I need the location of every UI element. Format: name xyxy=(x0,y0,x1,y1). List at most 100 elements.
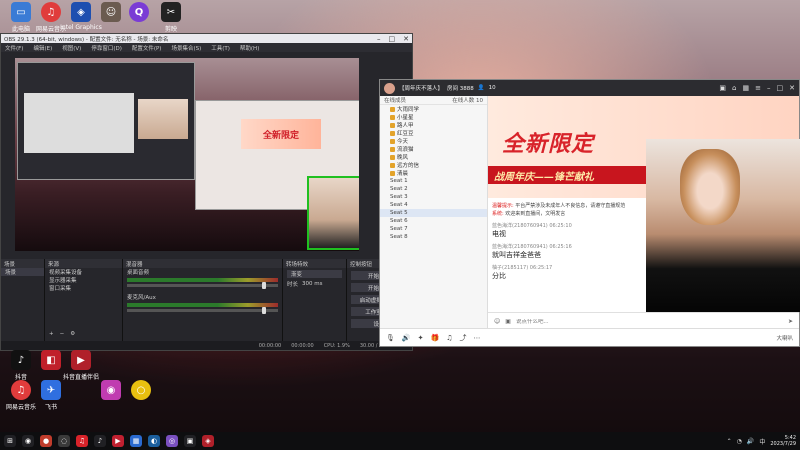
preview-nested-screen xyxy=(24,93,134,153)
member-item[interactable]: 晚风 xyxy=(380,153,487,161)
image-icon[interactable]: ▣ xyxy=(505,318,511,325)
minimize-icon[interactable]: – xyxy=(377,35,381,43)
seat-group[interactable]: Seat 2 xyxy=(380,185,487,193)
badge-icon xyxy=(390,154,395,160)
seat-group[interactable]: Seat 6 xyxy=(380,217,487,225)
seat-group[interactable]: Seat 8 xyxy=(380,233,487,241)
scene-item[interactable]: 场景 xyxy=(1,268,44,276)
menu-view[interactable]: 视图(V) xyxy=(62,44,81,52)
transition-duration[interactable]: 时长 300 ms xyxy=(283,280,346,288)
menu-scene-collection[interactable]: 场景集合(S) xyxy=(171,44,201,52)
member-item[interactable]: 今天 xyxy=(380,137,487,145)
seat-group-selected[interactable]: Seat 5 xyxy=(380,209,487,217)
effects-icon[interactable]: ✦ xyxy=(418,334,424,342)
host-avatar[interactable] xyxy=(384,82,395,94)
source-item[interactable]: 视频采集设备 xyxy=(45,268,122,276)
seat-group[interactable]: Seat 1 xyxy=(380,177,487,185)
music-icon[interactable]: ♫ xyxy=(446,334,452,342)
add-icon[interactable]: + xyxy=(49,331,54,337)
chat-message[interactable]: 蓝色海洋(2180760941) 06:25:16 就叫吉祥金爸爸 xyxy=(492,243,642,260)
volume-icon[interactable]: 🔊 xyxy=(747,438,754,445)
obs-titlebar[interactable]: OBS 29.1.3 (64-bit, windows) - 配置文件: 无名称… xyxy=(1,34,412,43)
maximize-icon[interactable]: □ xyxy=(389,35,396,43)
seat-group[interactable]: Seat 3 xyxy=(380,193,487,201)
send-icon[interactable]: ➤ xyxy=(788,318,793,325)
preview-camera-source[interactable] xyxy=(307,176,359,250)
source-item[interactable]: 窗口采集 xyxy=(45,284,122,292)
desktop-icon-live-companion[interactable]: ▶ 抖音直播伴侣 xyxy=(60,350,102,381)
obs-window[interactable]: OBS 29.1.3 (64-bit, windows) - 配置文件: 无名称… xyxy=(0,33,413,351)
menu-profile[interactable]: 配置文件(P) xyxy=(132,44,162,52)
chat-message[interactable]: 蓝色海洋(2180760941) 06:25:10 电视 xyxy=(492,222,642,239)
menu-help[interactable]: 帮助(H) xyxy=(240,44,259,52)
volume-slider[interactable] xyxy=(127,282,278,289)
gift-icon[interactable]: 🎁 xyxy=(430,334,439,342)
host-camera-feed xyxy=(646,139,800,312)
taskbar-app[interactable]: ▣ xyxy=(184,435,196,447)
broadcast-label[interactable]: 大喇叭 xyxy=(776,334,793,342)
transition-select[interactable]: 渐变 xyxy=(287,270,342,278)
taskbar-app[interactable]: ▦ xyxy=(130,435,142,447)
maximize-icon[interactable]: □ xyxy=(777,84,784,92)
seat-group[interactable]: Seat 4 xyxy=(380,201,487,209)
language-icon[interactable]: 中 xyxy=(759,437,765,446)
minimize-icon[interactable]: – xyxy=(767,84,771,92)
preview-nested-cam xyxy=(138,99,188,139)
live-icon: ▶ xyxy=(71,350,91,370)
member-item[interactable]: 远方的信 xyxy=(380,161,487,169)
badge-icon xyxy=(390,170,395,176)
badge-icon xyxy=(390,138,395,144)
clock[interactable]: 5:42 2023/7/29 xyxy=(770,435,796,448)
member-item[interactable]: 大雨同学 xyxy=(380,105,487,113)
seat-group[interactable]: Seat 7 xyxy=(380,225,487,233)
close-icon[interactable]: ✕ xyxy=(789,84,795,92)
desktop-bottom-icons: ♪ 抖音 ◧ ▶ 抖音直播伴侣 ♫ 网易云音乐 ✈ 飞书 ◉ ○ xyxy=(0,350,170,430)
menu-docks[interactable]: 停靠窗口(D) xyxy=(91,44,122,52)
steam-icon[interactable]: ◐ xyxy=(148,435,160,447)
taskbar-app[interactable]: ♪ xyxy=(94,435,106,447)
menu-file[interactable]: 文件(F) xyxy=(5,44,23,52)
taskbar-app[interactable]: ◌ xyxy=(58,435,70,447)
menu-edit[interactable]: 编辑(E) xyxy=(33,44,52,52)
gear-icon[interactable]: ⚙ xyxy=(70,331,75,337)
stage-headline: 全新限定 xyxy=(502,132,595,157)
remove-icon[interactable]: − xyxy=(60,331,65,337)
camera-icon[interactable]: ▣ xyxy=(719,84,726,92)
start-icon[interactable]: ⊞ xyxy=(4,435,16,447)
chat-message[interactable]: 柚子(2185117) 06:25:17 分比 xyxy=(492,264,642,281)
emoji-icon[interactable]: ☺ xyxy=(494,318,500,325)
live-room-window[interactable]: 【周年庆不落人】 房间 3888 👤 10 ▣ ⌂ ▦ ≡ – □ ✕ 在线成员… xyxy=(379,79,800,347)
chat-input[interactable] xyxy=(515,318,706,325)
home-icon[interactable]: ⌂ xyxy=(732,84,736,92)
member-item[interactable]: 红豆豆 xyxy=(380,129,487,137)
badge-icon xyxy=(390,106,395,112)
mic-icon[interactable]: 🎙 xyxy=(386,334,395,342)
member-item[interactable]: 路人甲 xyxy=(380,121,487,129)
menu-icon[interactable]: ≡ xyxy=(755,84,761,92)
source-item[interactable]: 显示器采集 xyxy=(45,276,122,284)
grid-icon[interactable]: ▦ xyxy=(743,84,750,92)
desktop-icon-circle[interactable]: ○ xyxy=(120,380,162,402)
tray-expand-icon[interactable]: ⌃ xyxy=(727,438,732,445)
taskbar-app[interactable]: ● xyxy=(40,435,52,447)
share-icon[interactable]: ⤴ xyxy=(459,333,466,343)
taskbar-app[interactable]: ▶ xyxy=(112,435,124,447)
obs-preview[interactable]: 全新限定 xyxy=(15,58,359,251)
taskbar-app[interactable]: ◈ xyxy=(202,435,214,447)
room-id: 房间 3888 xyxy=(447,86,474,92)
volume-slider[interactable] xyxy=(127,307,278,314)
member-item[interactable]: 流浪猫 xyxy=(380,145,487,153)
more-icon[interactable]: ⋯ xyxy=(473,334,480,342)
speaker-icon[interactable]: 🔊 xyxy=(402,334,411,342)
menu-tools[interactable]: 工具(T) xyxy=(211,44,230,52)
taskbar-app[interactable]: ◎ xyxy=(166,435,178,447)
desktop-icon-feishu[interactable]: ✈ 飞书 xyxy=(30,380,72,411)
taskbar-app[interactable]: ◉ xyxy=(22,435,34,447)
taskbar-app[interactable]: ♫ xyxy=(76,435,88,447)
taskbar: ⊞ ◉ ● ◌ ♫ ♪ ▶ ▦ ◐ ◎ ▣ ◈ ⌃ ◔ 🔊 中 5:42 202… xyxy=(0,432,800,450)
member-item[interactable]: 清晨 xyxy=(380,169,487,177)
member-item[interactable]: 小星星 xyxy=(380,113,487,121)
desktop-icon-capcut[interactable]: ✂ 剪映 xyxy=(150,2,192,33)
close-icon[interactable]: ✕ xyxy=(403,35,409,43)
wifi-icon[interactable]: ◔ xyxy=(737,438,742,445)
